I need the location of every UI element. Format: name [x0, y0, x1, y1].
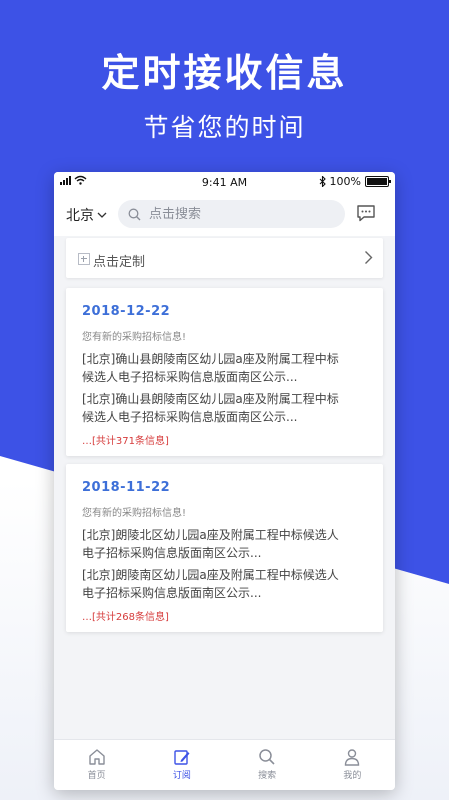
message-icon — [357, 205, 375, 222]
status-right: 100% — [319, 175, 391, 188]
card-date: 2018-11-22 — [82, 480, 171, 495]
card-item-line: [北京]朗陵北区幼儿园a座及附属工程中标候选人 — [82, 528, 339, 542]
card-item[interactable]: [北京]朗陵北区幼儿园a座及附属工程中标候选人 电子招标采购信息版面南区公示..… — [82, 526, 372, 562]
card-item-line: 候选人电子招标采购信息版面南区公示... — [82, 370, 298, 384]
chevron-down-icon — [97, 212, 107, 218]
customize-row[interactable]: 点击定制 — [66, 238, 383, 278]
card-item-line: [北京]确山县朗陵南区幼儿园a座及附属工程中标 — [82, 392, 339, 406]
card-item-line: [北京]朗陵南区幼儿园a座及附属工程中标候选人 — [82, 568, 339, 582]
tab-profile[interactable]: 我的 — [310, 740, 395, 790]
tab-subscribe[interactable]: 订阅 — [139, 740, 224, 790]
search-box[interactable] — [118, 200, 345, 228]
battery-icon — [365, 176, 391, 187]
tab-home[interactable]: 首页 — [54, 740, 139, 790]
info-card[interactable]: 2018-11-22 您有新的采购招标信息! [北京]朗陵北区幼儿园a座及附属工… — [66, 464, 383, 632]
card-item[interactable]: [北京]确山县朗陵南区幼儿园a座及附属工程中标 候选人电子招标采购信息版面南区公… — [82, 390, 372, 426]
card-item[interactable]: [北京]确山县朗陵南区幼儿园a座及附属工程中标 候选人电子招标采购信息版面南区公… — [82, 350, 372, 386]
search-icon — [259, 749, 275, 765]
plus-icon — [78, 253, 90, 265]
card-total[interactable]: …[共计268条信息] — [82, 608, 169, 623]
card-date: 2018-12-22 — [82, 304, 171, 319]
chevron-right-icon — [365, 251, 373, 264]
city-label: 北京 — [66, 208, 94, 224]
status-bar: 9:41 AM 100% — [54, 172, 395, 192]
card-notice: 您有新的采购招标信息! — [82, 332, 187, 343]
tab-bar: 首页 订阅 搜索 我的 — [54, 739, 395, 790]
tab-label: 订阅 — [172, 771, 191, 781]
battery-percent: 100% — [329, 175, 361, 188]
card-item-line: 候选人电子招标采购信息版面南区公示... — [82, 410, 298, 424]
info-card[interactable]: 2018-12-22 您有新的采购招标信息! [北京]确山县朗陵南区幼儿园a座及… — [66, 288, 383, 456]
card-item-line: [北京]确山县朗陵南区幼儿园a座及附属工程中标 — [82, 352, 339, 366]
card-total[interactable]: …[共计371条信息] — [82, 432, 169, 447]
message-button[interactable] — [356, 203, 376, 227]
tab-label: 首页 — [87, 771, 106, 781]
hero-subtitle: 节省您的时间 — [143, 113, 306, 142]
card-item[interactable]: [北京]朗陵南区幼儿园a座及附属工程中标候选人 电子招标采购信息版面南区公示..… — [82, 566, 372, 602]
tab-search[interactable]: 搜索 — [225, 740, 310, 790]
hero-title: 定时接收信息 — [101, 51, 348, 95]
search-icon — [128, 208, 141, 220]
city-selector[interactable]: 北京 — [66, 205, 107, 225]
bluetooth-icon — [319, 176, 326, 187]
card-item-line: 电子招标采购信息版面南区公示... — [82, 546, 262, 560]
search-bar: 北京 — [54, 192, 395, 236]
card-notice: 您有新的采购招标信息! — [82, 508, 187, 519]
user-icon — [345, 749, 360, 766]
subscribe-icon — [174, 750, 190, 765]
tab-label: 我的 — [343, 771, 362, 781]
card-item-line: 电子招标采购信息版面南区公示... — [82, 586, 262, 600]
home-icon — [88, 749, 105, 765]
search-input[interactable] — [147, 205, 331, 223]
customize-label: 点击定制 — [93, 255, 146, 270]
phone-screen: 9:41 AM 100% 北京 点击搜索 点击定制 2018-12-22 您有新… — [54, 172, 395, 790]
tab-label: 搜索 — [258, 771, 277, 781]
